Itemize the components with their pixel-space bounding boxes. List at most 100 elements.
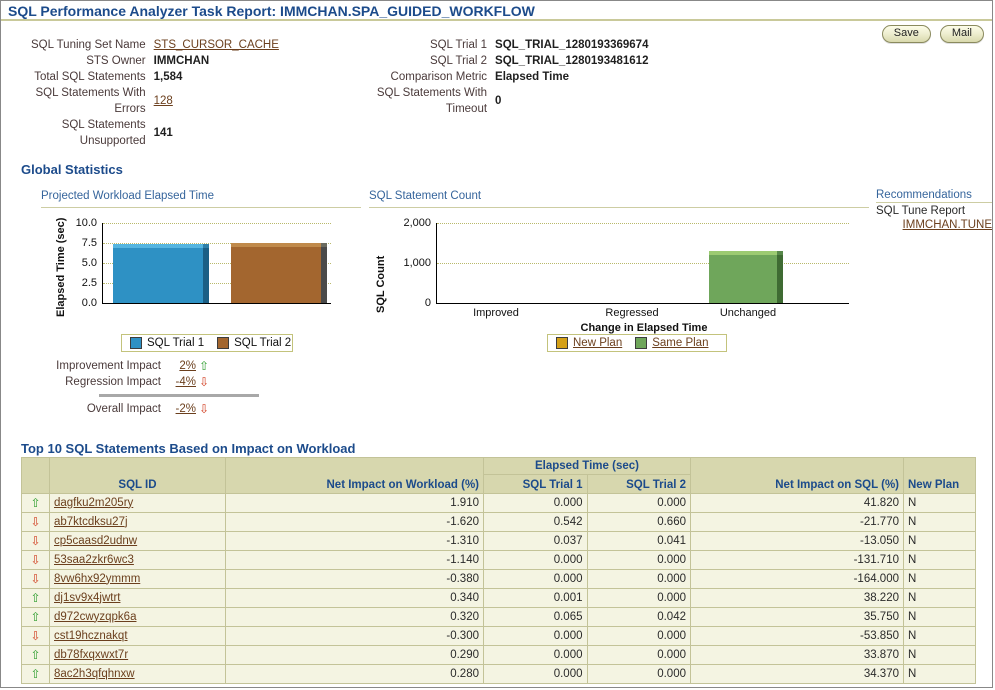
chart-1-gridline-10: [103, 223, 331, 224]
summary-column-left: SQL Tuning Set Name STS Owner Total SQL …: [31, 37, 279, 149]
chart-2-ytick-0: 0: [379, 297, 431, 309]
cell-net-impact-on-sql: -13.050: [691, 532, 904, 551]
cell-sql-trial-2: 0.000: [587, 589, 691, 608]
sql-id-link[interactable]: dj1sv9x4jwtrt: [54, 592, 120, 604]
overall-impact-row: Overall Impact -2% ⇩: [37, 401, 327, 417]
summary-section: SQL Tuning Set Name STS Owner Total SQL …: [1, 37, 992, 149]
label-sql-trial-2: SQL Trial 2: [377, 53, 487, 69]
th-new-plan[interactable]: New Plan: [904, 458, 976, 494]
cell-new-plan: N: [904, 494, 976, 513]
overall-impact-link[interactable]: -2%: [176, 403, 196, 415]
value-sql-statements-with-errors: 128: [154, 85, 279, 117]
top-sql-statements-table-wrapper: SQL ID Net Impact on Workload (%) Elapse…: [21, 457, 976, 684]
value-sql-trial-1: SQL_TRIAL_1280193369674: [495, 37, 648, 53]
value-sts-owner: IMMCHAN: [154, 53, 279, 69]
chart-1-ytick-7.5: 7.5: [57, 237, 97, 249]
chart-2-title-rule: [369, 207, 869, 208]
table-row: ⇩53saa2zkr6wc3-1.1400.0000.000-131.710N: [22, 551, 976, 570]
sql-id-link[interactable]: cp5caasd2udnw: [54, 535, 137, 547]
sql-id-link[interactable]: 8vw6hx92ymmm: [54, 573, 140, 585]
cell-net-impact-on-workload: -1.310: [226, 532, 484, 551]
legend-label-same-plan[interactable]: Same Plan: [652, 337, 708, 349]
cell-net-impact-on-workload: -0.380: [226, 570, 484, 589]
chart-1-y-axis-line: [102, 223, 103, 304]
recommendations-rule: [876, 202, 992, 203]
label-sql-statements-with-errors: SQL Statements With Errors: [31, 85, 146, 117]
cell-new-plan: N: [904, 513, 976, 532]
cell-net-impact-on-workload: 1.910: [226, 494, 484, 513]
overall-impact-value: -2%: [168, 403, 196, 415]
page-title-bar: SQL Performance Analyzer Task Report: IM…: [1, 1, 992, 21]
summary-values-right: SQL_TRIAL_1280193369674 SQL_TRIAL_128019…: [495, 37, 648, 149]
up-arrow-icon: ⇧: [30, 591, 40, 605]
summary-labels-right: SQL Trial 1 SQL Trial 2 Comparison Metri…: [377, 37, 487, 149]
cell-sql-trial-2: 0.660: [587, 513, 691, 532]
row-trend-down-arrow-icon: ⇩: [22, 570, 50, 589]
legend-swatch-sql-trial-1: [130, 337, 142, 349]
table-body: ⇧dagfku2m205ry1.9100.0000.00041.820N⇩ab7…: [22, 494, 976, 684]
row-trend-up-arrow-icon: ⇧: [22, 665, 50, 684]
th-net-impact-on-sql[interactable]: Net Impact on SQL (%): [691, 458, 904, 494]
cell-sql-trial-1: 0.000: [484, 494, 588, 513]
sql-statements-with-errors-link[interactable]: 128: [154, 95, 173, 107]
sql-id-link[interactable]: d972cwyzqpk6a: [54, 611, 136, 623]
sql-tune-report-label: SQL Tune Report: [876, 205, 992, 217]
chart-1-bar-sql-trial-1: [113, 244, 203, 303]
cell-sql-trial-2: 0.000: [587, 646, 691, 665]
chart-2-legend-item-new-plan: New Plan: [556, 337, 622, 349]
row-trend-down-arrow-icon: ⇩: [22, 513, 50, 532]
regression-impact-value: -4%: [168, 376, 196, 388]
chart-2-xtick-improved: Improved: [431, 307, 561, 319]
cell-new-plan: N: [904, 665, 976, 684]
label-comparison-metric: Comparison Metric: [377, 69, 487, 85]
sql-id-link[interactable]: 8ac2h3qfqhnxw: [54, 668, 135, 680]
sql-tuning-set-name-link[interactable]: STS_CURSOR_CACHE: [154, 39, 279, 51]
sql-id-link[interactable]: cst19hcznakqt: [54, 630, 128, 642]
chart-1-ytick-10: 10.0: [57, 217, 97, 229]
legend-swatch-same-plan: [635, 337, 647, 349]
th-net-impact-on-workload[interactable]: Net Impact on Workload (%): [226, 458, 484, 494]
chart-2-xtick-unchanged: Unchanged: [683, 307, 813, 319]
table-row: ⇧db78fxqxwxt7r0.2900.0000.00033.870N: [22, 646, 976, 665]
cell-sql-id: d972cwyzqpk6a: [50, 608, 226, 627]
chart-1-legend: SQL Trial 1 SQL Trial 2: [121, 334, 293, 352]
table-row: ⇩8vw6hx92ymmm-0.3800.0000.000-164.000N: [22, 570, 976, 589]
summary-labels-left: SQL Tuning Set Name STS Owner Total SQL …: [31, 37, 146, 149]
cell-net-impact-on-sql: 38.220: [691, 589, 904, 608]
value-sql-statements-unsupported: 141: [154, 117, 279, 149]
table-row: ⇧d972cwyzqpk6a0.3200.0650.04235.750N: [22, 608, 976, 627]
sql-statement-count-chart: SQL Count 2,000 1,000 0 Improved Regress…: [369, 213, 869, 323]
cell-sql-id: dagfku2m205ry: [50, 494, 226, 513]
sql-id-link[interactable]: 53saa2zkr6wc3: [54, 554, 134, 566]
impact-summary: Improvement Impact 2% ⇧ Regression Impac…: [37, 358, 327, 417]
legend-swatch-new-plan: [556, 337, 568, 349]
impact-divider: [99, 394, 259, 397]
chart-1-ytick-0: 0.0: [57, 297, 97, 309]
th-sql-trial-2[interactable]: SQL Trial 2: [587, 475, 691, 494]
th-sql-trial-1[interactable]: SQL Trial 1: [484, 475, 588, 494]
table-row: ⇧dagfku2m205ry1.9100.0000.00041.820N: [22, 494, 976, 513]
sql-id-link[interactable]: ab7ktcdksu27j: [54, 516, 128, 528]
chart-1-title-rule: [41, 207, 361, 208]
th-sql-id[interactable]: SQL ID: [50, 458, 226, 494]
cell-net-impact-on-workload: -0.300: [226, 627, 484, 646]
chart-2-legend: New Plan Same Plan: [547, 334, 727, 352]
legend-label-new-plan[interactable]: New Plan: [573, 337, 622, 349]
down-arrow-icon: ⇩: [30, 515, 40, 529]
sql-id-link[interactable]: dagfku2m205ry: [54, 497, 133, 509]
sql-tune-report-link[interactable]: IMMCHAN.TUNE: [903, 219, 992, 231]
legend-label-sql-trial-1: SQL Trial 1: [147, 337, 204, 349]
sql-id-link[interactable]: db78fxqxwxt7r: [54, 649, 128, 661]
cell-net-impact-on-sql: -21.770: [691, 513, 904, 532]
label-sts-owner: STS Owner: [31, 53, 146, 69]
value-total-sql-statements: 1,584: [154, 69, 279, 85]
cell-net-impact-on-sql: -53.850: [691, 627, 904, 646]
top-sql-statements-heading: Top 10 SQL Statements Based on Impact on…: [21, 441, 355, 456]
improvement-impact-link[interactable]: 2%: [179, 360, 196, 372]
cell-sql-id: ab7ktcdksu27j: [50, 513, 226, 532]
cell-sql-id: 8ac2h3qfqhnxw: [50, 665, 226, 684]
cell-sql-trial-2: 0.000: [587, 627, 691, 646]
chart-1-ytick-5: 5.0: [57, 257, 97, 269]
regression-impact-link[interactable]: -4%: [176, 376, 196, 388]
row-trend-down-arrow-icon: ⇩: [22, 551, 50, 570]
